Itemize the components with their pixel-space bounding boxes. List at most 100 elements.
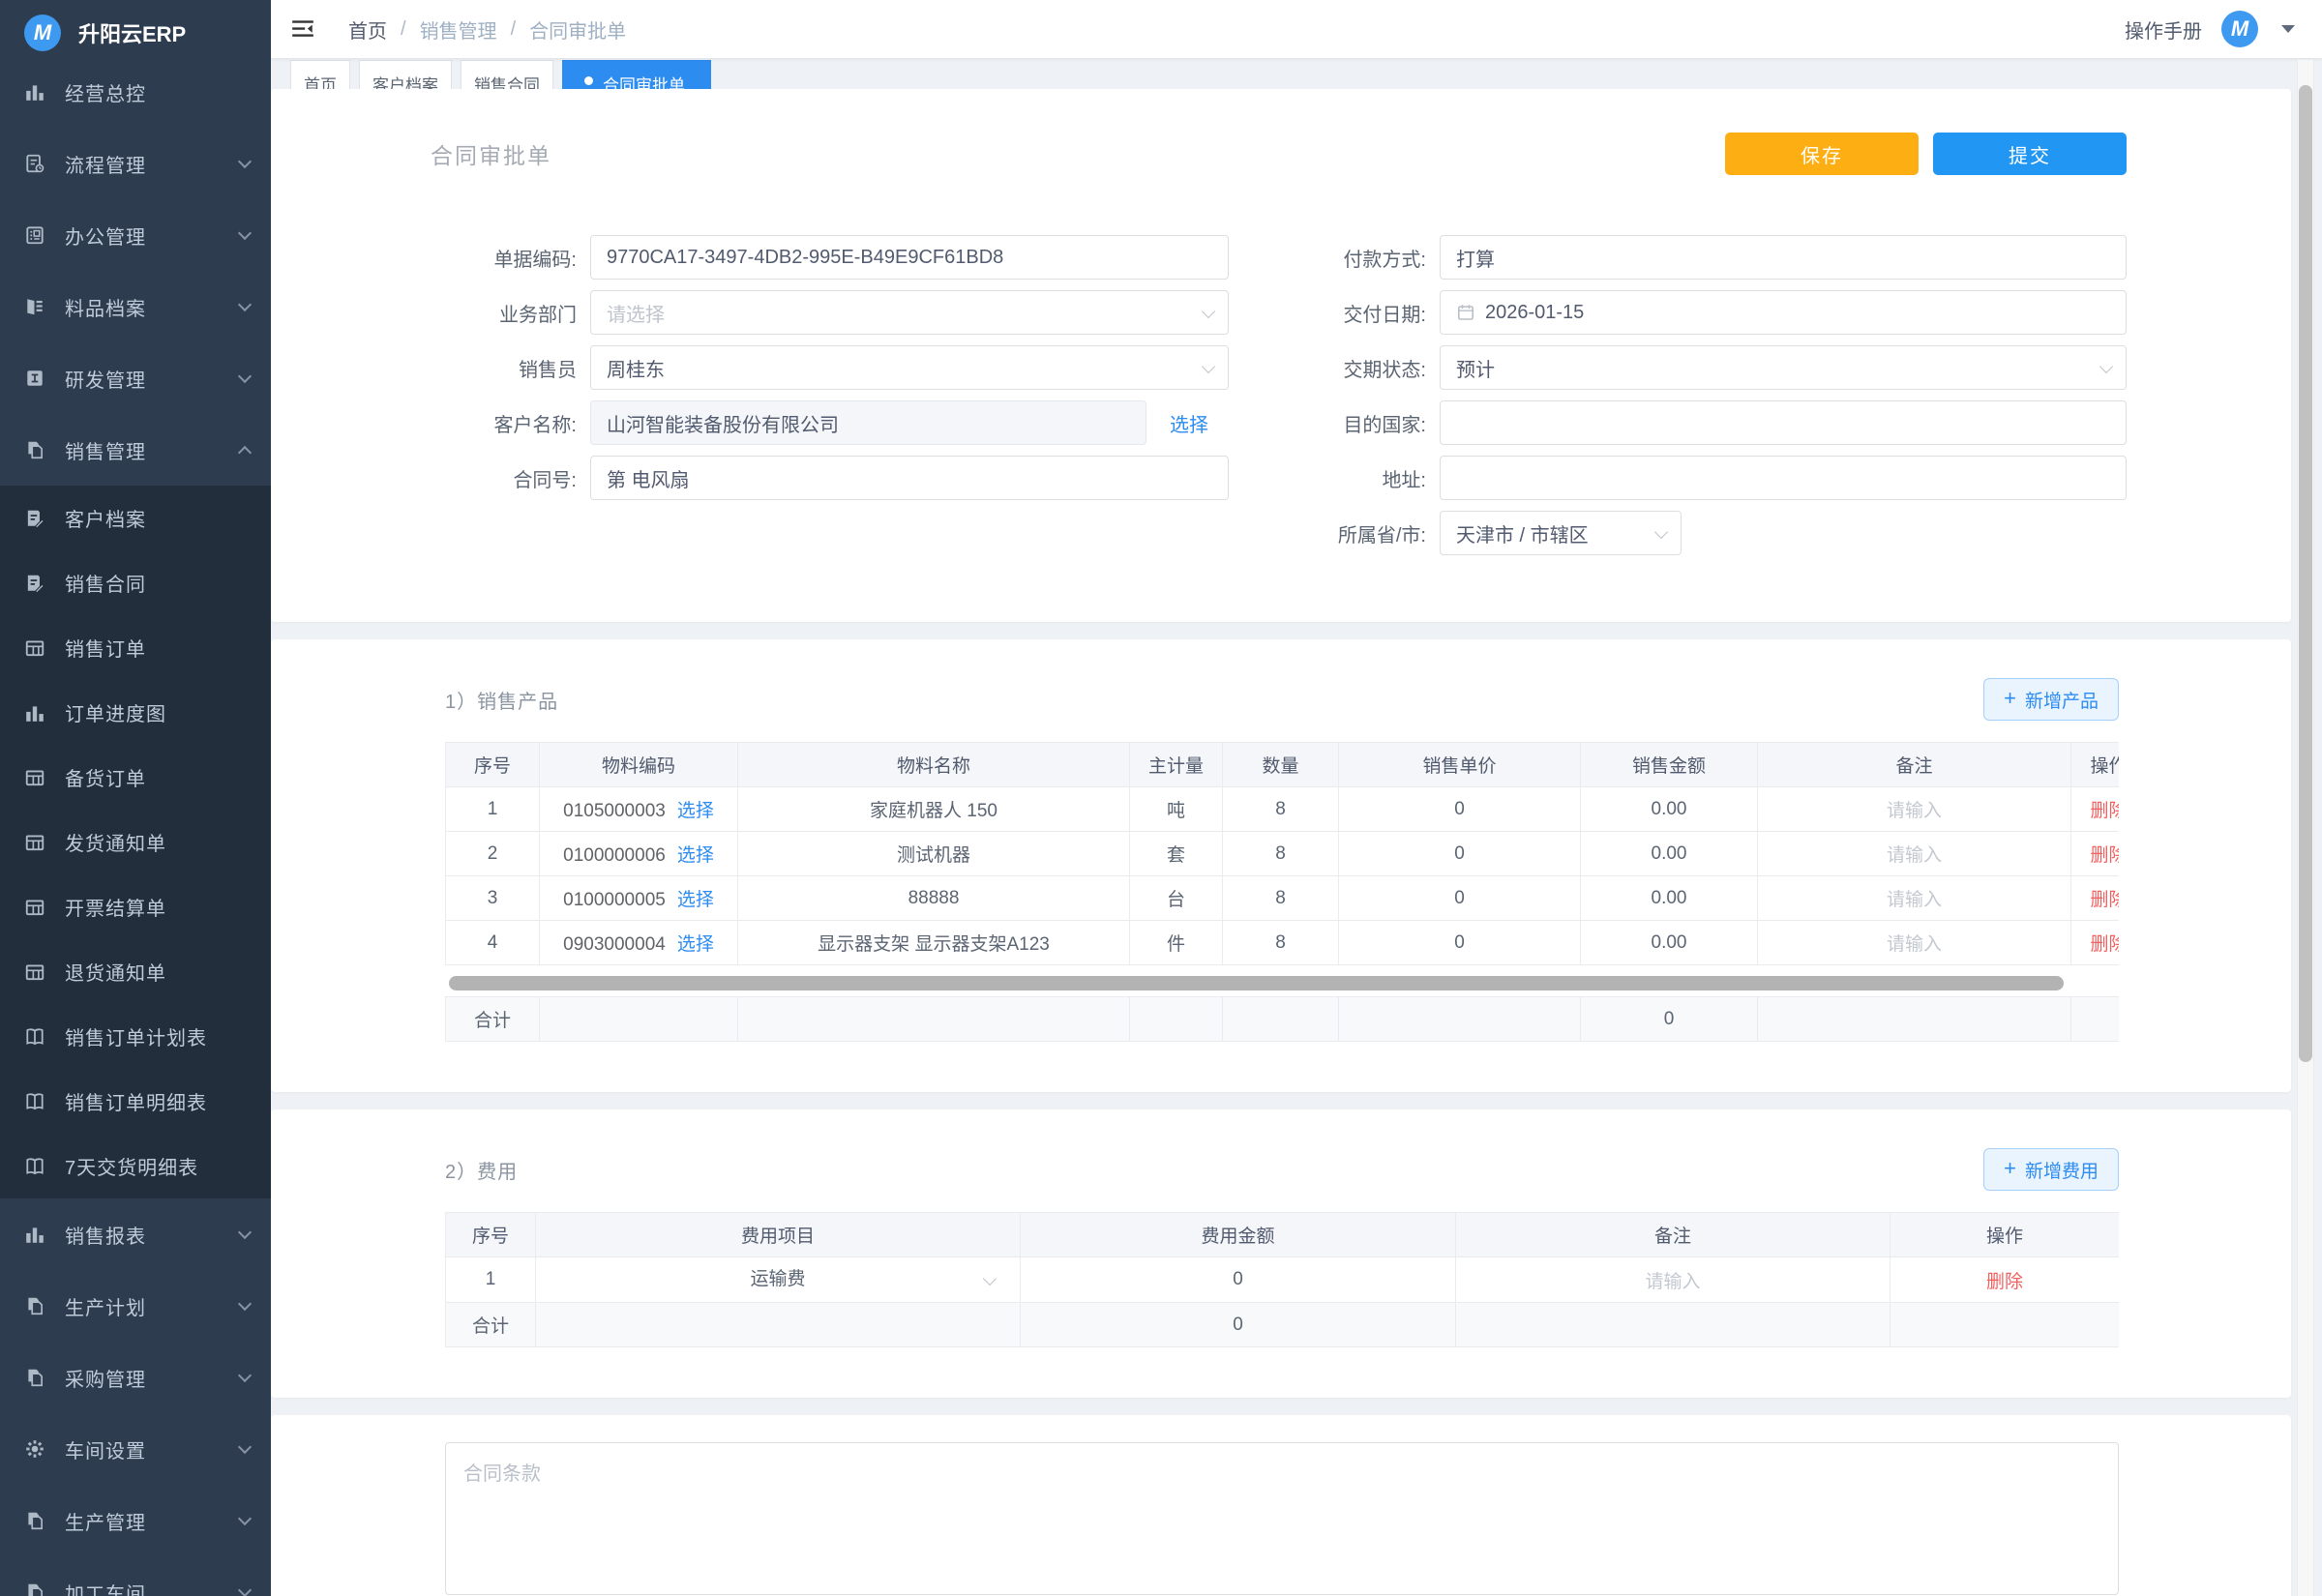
contract-no-input[interactable]: 第 电风扇 bbox=[590, 456, 1229, 500]
unit: 吨 bbox=[1130, 787, 1223, 832]
select-material-link[interactable]: 选择 bbox=[677, 801, 714, 821]
address-input[interactable] bbox=[1440, 456, 2127, 500]
sidebar-item-shipping-notice[interactable]: 发货通知单 bbox=[0, 810, 271, 874]
page: M 升阳云ERP 经营总控 流程管理 办公管理 料品档案 研发管理 bbox=[0, 0, 2322, 1596]
delete-row-link[interactable]: 删除 bbox=[2071, 876, 2120, 921]
header-right: 操作手册 M bbox=[2125, 11, 2295, 47]
delivery-date-input[interactable]: 2026-01-15 bbox=[1440, 290, 2127, 335]
sidebar-item-invoice-settlement[interactable]: 开票结算单 bbox=[0, 874, 271, 939]
sidebar-item-label: 加工车间 bbox=[65, 1579, 240, 1596]
fee-item-select[interactable]: 运输费 bbox=[536, 1257, 1020, 1302]
sidebar-item-return-notice[interactable]: 退货通知单 bbox=[0, 939, 271, 1004]
open-book-icon bbox=[24, 1026, 45, 1048]
delete-row-link[interactable]: 删除 bbox=[2071, 787, 2120, 832]
add-product-button[interactable]: + 新增产品 bbox=[1983, 678, 2119, 721]
remark-input[interactable]: 请输入 bbox=[1758, 876, 2071, 921]
sidebar-item-stock-order[interactable]: 备货订单 bbox=[0, 745, 271, 810]
remark-input[interactable]: 请输入 bbox=[1758, 787, 2071, 832]
sidebar-item-sales-mgmt[interactable]: 销售管理 bbox=[0, 414, 271, 486]
col-actions: 操作 bbox=[2071, 743, 2120, 787]
select-material-link[interactable]: 选择 bbox=[677, 934, 714, 955]
sidebar-item-sales-report[interactable]: 销售报表 bbox=[0, 1198, 271, 1270]
sidebar-item-7day-delivery-detail[interactable]: 7天交货明细表 bbox=[0, 1134, 271, 1198]
breadcrumb-section[interactable]: 销售管理 bbox=[420, 15, 497, 44]
total-amount: 0 bbox=[1581, 997, 1758, 1042]
app-logo[interactable]: M 升阳云ERP bbox=[0, 0, 271, 56]
select-material-link[interactable]: 选择 bbox=[677, 890, 714, 910]
sidebar-item-purchase-mgmt[interactable]: 采购管理 bbox=[0, 1342, 271, 1413]
col-price: 销售单价 bbox=[1339, 743, 1581, 787]
sidebar-item-workshop-settings[interactable]: 车间设置 bbox=[0, 1413, 271, 1485]
sidebar-item-office-mgmt[interactable]: 办公管理 bbox=[0, 199, 271, 271]
fees-table: 序号 费用项目 费用金额 备注 操作 1 运输费 bbox=[445, 1212, 2119, 1347]
fee-item-value: 运输费 bbox=[750, 1269, 805, 1289]
main-content: 合同审批单 保存 提交 单据编码: 9770CA17-3497-4DB2-995… bbox=[271, 58, 2291, 1596]
breadcrumb: 首页 / 销售管理 / 合同审批单 bbox=[348, 15, 626, 44]
remark-input[interactable]: 请输入 bbox=[1456, 1257, 1890, 1303]
menu-fold-icon[interactable] bbox=[290, 16, 315, 42]
salesman-select[interactable]: 周桂东 bbox=[590, 345, 1229, 390]
dept-placeholder: 请选择 bbox=[607, 299, 665, 327]
horizontal-scrollbar-thumb[interactable] bbox=[449, 976, 2064, 990]
sidebar-item-processing-workshop[interactable]: 加工车间 bbox=[0, 1556, 271, 1596]
sidebar-item-customer-archives[interactable]: 客户档案 bbox=[0, 486, 271, 550]
remark-input[interactable]: 请输入 bbox=[1758, 832, 2071, 876]
field-label: 客户名称: bbox=[431, 409, 590, 437]
fees-table-clip: 序号 费用项目 费用金额 备注 操作 1 运输费 bbox=[445, 1212, 2119, 1347]
province-select[interactable]: 天津市 / 市辖区 bbox=[1440, 511, 1682, 555]
sidebar-item-business-control[interactable]: 经营总控 bbox=[0, 56, 271, 128]
submit-button[interactable]: 提交 bbox=[1933, 133, 2127, 175]
plus-icon: + bbox=[2004, 688, 2016, 709]
sidebar-item-label: 销售合同 bbox=[65, 569, 250, 597]
dest-country-input[interactable] bbox=[1440, 400, 2127, 445]
sidebar-item-material-archives[interactable]: 料品档案 bbox=[0, 271, 271, 342]
form-grid: 单据编码: 9770CA17-3497-4DB2-995E-B49E9CF61B… bbox=[431, 235, 2127, 566]
payment-input[interactable]: 打算 bbox=[1440, 235, 2127, 280]
sidebar-item-process-mgmt[interactable]: 流程管理 bbox=[0, 128, 271, 199]
sidebar-item-sales-order-plan[interactable]: 销售订单计划表 bbox=[0, 1004, 271, 1069]
avatar[interactable]: M bbox=[2221, 11, 2258, 47]
customer-select-link[interactable]: 选择 bbox=[1170, 409, 1208, 437]
add-fee-button[interactable]: + 新增费用 bbox=[1983, 1148, 2119, 1191]
sidebar-item-label: 销售订单明细表 bbox=[65, 1087, 250, 1115]
doc-code-input[interactable]: 9770CA17-3497-4DB2-995E-B49E9CF61BD8 bbox=[590, 235, 1229, 280]
sidebar-item-label: 办公管理 bbox=[65, 222, 240, 250]
col-actions: 操作 bbox=[1890, 1213, 2120, 1257]
material-code: 0100000005 bbox=[563, 890, 666, 910]
delete-row-link[interactable]: 删除 bbox=[2071, 832, 2120, 876]
sidebar-item-production-mgmt[interactable]: 生产管理 bbox=[0, 1485, 271, 1556]
vertical-scrollbar-thumb[interactable] bbox=[2299, 85, 2312, 1062]
row-no: 3 bbox=[446, 876, 540, 921]
qty: 8 bbox=[1223, 832, 1339, 876]
customer-input[interactable]: 山河智能装备股份有限公司 bbox=[590, 400, 1146, 445]
sidebar-item-sales-order-detail[interactable]: 销售订单明细表 bbox=[0, 1069, 271, 1134]
field-label: 销售员 bbox=[431, 354, 590, 382]
field-delivery-status: 交期状态: 预计 bbox=[1296, 345, 2127, 390]
manual-link[interactable]: 操作手册 bbox=[2125, 15, 2202, 44]
delivery-status-select[interactable]: 预计 bbox=[1440, 345, 2127, 390]
total-label: 合计 bbox=[446, 1303, 536, 1347]
table-row: 3 0100000005选择 88888 台 8 0 0.00 请输入 删除 bbox=[446, 876, 2120, 921]
sidebar-item-rnd-mgmt[interactable]: 研发管理 bbox=[0, 342, 271, 414]
remark-input[interactable]: 请输入 bbox=[1758, 921, 2071, 965]
material-code: 0105000003 bbox=[563, 801, 666, 821]
fees-section-title: 2）费用 bbox=[445, 1156, 518, 1184]
delete-row-link[interactable]: 删除 bbox=[2071, 921, 2120, 965]
contract-terms-textarea[interactable]: 合同条款 bbox=[445, 1442, 2119, 1595]
sidebar-item-label: 销售订单 bbox=[65, 634, 250, 662]
amount: 0.00 bbox=[1581, 921, 1758, 965]
sidebar-item-sales-order[interactable]: 销售订单 bbox=[0, 615, 271, 680]
delete-row-link[interactable]: 删除 bbox=[1890, 1257, 2120, 1303]
sidebar-item-sales-contract[interactable]: 销售合同 bbox=[0, 550, 271, 615]
sidebar-item-label: 开票结算单 bbox=[65, 893, 250, 921]
select-material-link[interactable]: 选择 bbox=[677, 845, 714, 866]
save-button[interactable]: 保存 bbox=[1725, 133, 1919, 175]
sidebar-item-order-progress-chart[interactable]: 订单进度图 bbox=[0, 680, 271, 745]
caret-down-icon[interactable] bbox=[2281, 25, 2295, 33]
material-name: 88888 bbox=[738, 876, 1130, 921]
sidebar-item-production-plan[interactable]: 生产计划 bbox=[0, 1270, 271, 1342]
open-book-icon bbox=[24, 1091, 45, 1112]
dept-select[interactable]: 请选择 bbox=[590, 290, 1229, 335]
fee-amount: 0 bbox=[1021, 1257, 1456, 1303]
breadcrumb-home[interactable]: 首页 bbox=[348, 15, 387, 44]
